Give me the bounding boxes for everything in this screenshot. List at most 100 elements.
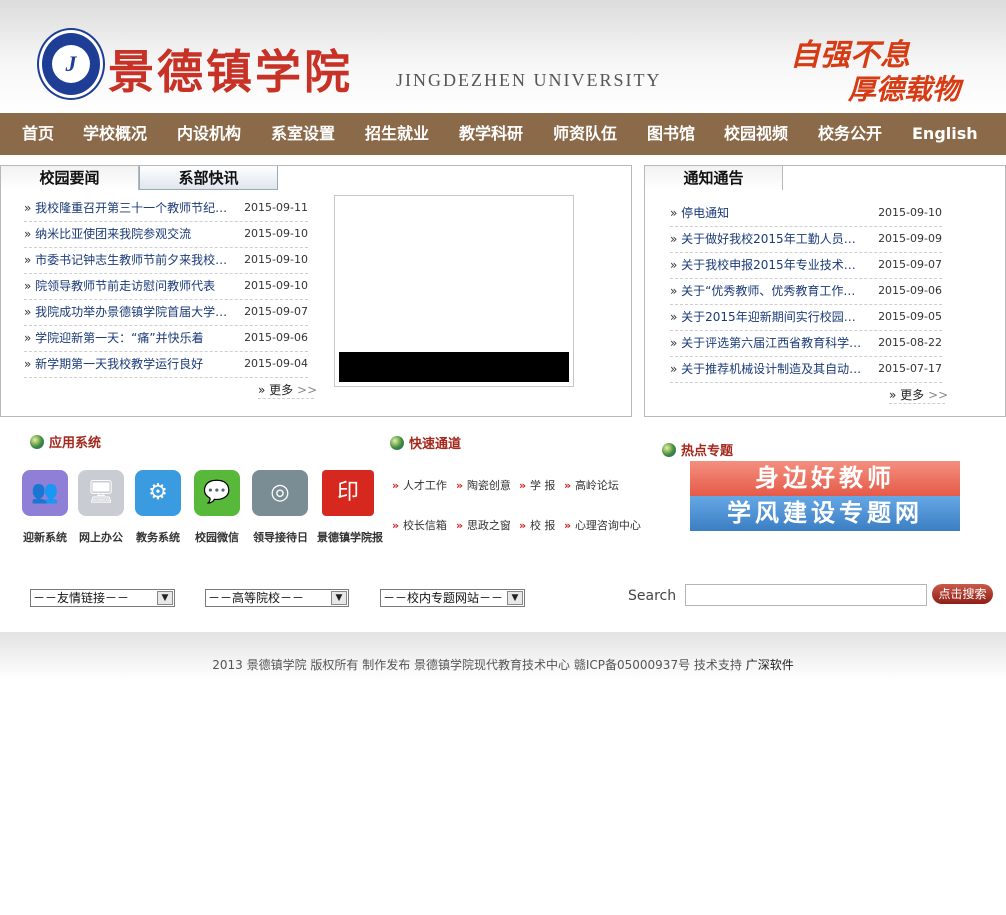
nav-item-overview[interactable]: 学校概况: [83, 113, 147, 155]
quick-link-talent[interactable]: 人才工作: [392, 477, 447, 493]
computer-icon[interactable]: 🖥: [78, 470, 124, 516]
chevron-down-icon[interactable]: ▼: [507, 591, 523, 605]
wechat-glyph: 💬: [203, 480, 231, 505]
app-label-enrollment[interactable]: 迎新系统: [23, 529, 67, 545]
nav-item-research[interactable]: 教学科研: [459, 113, 523, 155]
campus-sites-select[interactable]: －－校内专题网站－－ ▼: [380, 589, 525, 607]
seal-glyph: 印: [336, 480, 359, 505]
news-title[interactable]: 我院成功举办景德镇学院首届大学…: [24, 300, 227, 324]
nav-item-departments[interactable]: 内设机构: [177, 113, 241, 155]
quick-link-forum[interactable]: 高岭论坛: [564, 477, 619, 493]
site-header: J 景德镇学院 JINGDEZHEN UNIVERSITY 自强不息 厚德载物: [0, 0, 1006, 113]
app-label-academic[interactable]: 教务系统: [136, 529, 180, 545]
notice-item[interactable]: 关于“优秀教师、优秀教育工作者… 2015-09-06: [670, 279, 942, 305]
banner-study-style[interactable]: 学风建设专题网: [690, 496, 960, 531]
footer-copyright-text: 2013 景德镇学院 版权所有 制作发布 景德镇学院现代教育技术中心 赣ICP备…: [212, 658, 742, 672]
news-item[interactable]: 我院成功举办景德镇学院首届大学… 2015-09-07: [24, 300, 308, 326]
notice-date: 2015-09-05: [878, 310, 942, 323]
nav-item-campus-video[interactable]: 校园视频: [724, 113, 788, 155]
quick-access-title: 快速通道: [390, 433, 461, 452]
more-label: 更多: [900, 388, 925, 402]
app-systems-title-text: 应用系统: [49, 436, 102, 451]
notice-title[interactable]: 关于做好我校2015年工勤人员岗位…: [670, 227, 866, 251]
news-item[interactable]: 新学期第一天我校教学运行良好 2015-09-04: [24, 352, 308, 378]
news-title[interactable]: 市委书记钟志生教师节前夕来我校…: [24, 248, 227, 272]
notice-title[interactable]: 关于“优秀教师、优秀教育工作者…: [670, 279, 866, 303]
news-date: 2015-09-10: [244, 227, 308, 240]
motto-line-2: 厚德载物: [848, 73, 961, 106]
meeting-table-icon[interactable]: ◎: [252, 470, 308, 516]
notices-more-link[interactable]: » 更多 >>: [889, 386, 949, 404]
tab-campus-news[interactable]: 校园要闻: [1, 166, 139, 190]
nav-item-library[interactable]: 图书馆: [647, 113, 695, 155]
news-date: 2015-09-04: [244, 357, 308, 370]
notice-item[interactable]: 关于做好我校2015年工勤人员岗位… 2015-09-09: [670, 227, 942, 253]
news-title[interactable]: 新学期第一天我校教学运行良好: [24, 352, 203, 376]
globe-icon: [30, 435, 44, 449]
tab-notices[interactable]: 通知通告: [645, 166, 783, 190]
search-button[interactable]: 点击搜索: [932, 584, 993, 604]
news-item[interactable]: 院领导教师节前走访慰问教师代表 2015-09-10: [24, 274, 308, 300]
notice-item[interactable]: 关于推荐机械设计制造及其自动化… 2015-07-17: [670, 357, 942, 383]
slideshow-caption-bar: [339, 352, 569, 382]
quick-link-counseling[interactable]: 心理咨询中心: [564, 517, 641, 533]
notice-item[interactable]: 停电通知 2015-09-10: [670, 201, 942, 227]
more-prefix-icon: »: [258, 383, 266, 397]
app-label-office[interactable]: 网上办公: [79, 529, 123, 545]
university-seal-icon[interactable]: J: [39, 30, 103, 98]
nav-item-home[interactable]: 首页: [22, 113, 54, 155]
quick-link-school-paper[interactable]: 校 报: [519, 517, 556, 533]
users-glyph: 👥: [31, 480, 59, 505]
notice-item[interactable]: 关于评选第六届江西省教育科学优… 2015-08-22: [670, 331, 942, 357]
windows-gear-icon[interactable]: ⚙: [135, 470, 181, 516]
app-label-newspaper[interactable]: 景德镇学院报: [317, 529, 383, 545]
banner-good-teachers[interactable]: 身边好教师: [690, 461, 960, 496]
campus-news-more-link[interactable]: » 更多 >>: [258, 381, 317, 399]
school-name-cn[interactable]: 景德镇学院: [108, 36, 353, 102]
news-item[interactable]: 纳米比亚使团来我院参观交流 2015-09-10: [24, 222, 308, 248]
app-systems-title: 应用系统: [30, 432, 101, 451]
newspaper-seal-icon[interactable]: 印: [322, 470, 374, 516]
universities-select[interactable]: －－高等院校－－ ▼: [205, 589, 349, 607]
computer-glyph: 🖥: [87, 480, 115, 505]
notice-title[interactable]: 停电通知: [670, 201, 729, 225]
nav-item-faculties[interactable]: 系室设置: [271, 113, 335, 155]
notice-date: 2015-09-06: [878, 284, 942, 297]
friend-links-select[interactable]: －－友情链接－－ ▼: [30, 589, 175, 607]
notice-title[interactable]: 关于我校申报2015年专业技术二级…: [670, 253, 866, 277]
news-title[interactable]: 院领导教师节前走访慰问教师代表: [24, 274, 215, 298]
news-title[interactable]: 学院迎新第一天：“痛”并快乐着: [24, 326, 203, 350]
footer-support-link[interactable]: 广深软件: [746, 658, 794, 672]
chevron-down-icon[interactable]: ▼: [331, 591, 347, 605]
notice-item[interactable]: 关于我校申报2015年专业技术二级… 2015-09-07: [670, 253, 942, 279]
nav-item-faculty-staff[interactable]: 师资队伍: [553, 113, 617, 155]
chevron-down-icon[interactable]: ▼: [157, 591, 173, 605]
nav-item-admissions[interactable]: 招生就业: [365, 113, 429, 155]
news-title[interactable]: 我校隆重召开第三十一个教师节纪…: [24, 196, 227, 220]
notice-title[interactable]: 关于推荐机械设计制造及其自动化…: [670, 357, 866, 381]
news-title[interactable]: 纳米比亚使团来我院参观交流: [24, 222, 191, 246]
wechat-icon[interactable]: 💬: [194, 470, 240, 516]
news-item[interactable]: 我校隆重召开第三十一个教师节纪… 2015-09-11: [24, 196, 308, 222]
news-photo-slideshow[interactable]: [334, 195, 574, 387]
notice-date: 2015-09-09: [878, 232, 942, 245]
nav-item-english[interactable]: English: [912, 113, 978, 155]
app-label-reception[interactable]: 领导接待日: [253, 529, 308, 545]
users-icon[interactable]: 👥: [22, 470, 68, 516]
more-label: 更多: [269, 383, 294, 397]
notice-title[interactable]: 关于2015年迎新期间实行校园交通…: [670, 305, 866, 329]
news-item[interactable]: 市委书记钟志生教师节前夕来我校… 2015-09-10: [24, 248, 308, 274]
nav-item-public-affairs[interactable]: 校务公开: [818, 113, 882, 155]
double-chevron-icon: >>: [928, 388, 949, 402]
quick-link-ideology[interactable]: 思政之窗: [456, 517, 511, 533]
quick-link-president-mailbox[interactable]: 校长信箱: [392, 517, 447, 533]
notice-date: 2015-08-22: [878, 336, 942, 349]
tab-department-news[interactable]: 系部快讯: [139, 166, 278, 190]
notice-title[interactable]: 关于评选第六届江西省教育科学优…: [670, 331, 866, 355]
notice-item[interactable]: 关于2015年迎新期间实行校园交通… 2015-09-05: [670, 305, 942, 331]
search-input[interactable]: [685, 584, 927, 606]
app-label-wechat[interactable]: 校园微信: [195, 529, 239, 545]
news-item[interactable]: 学院迎新第一天：“痛”并快乐着 2015-09-06: [24, 326, 308, 352]
quick-link-ceramics[interactable]: 陶瓷创意: [456, 477, 511, 493]
quick-link-journal[interactable]: 学 报: [519, 477, 556, 493]
